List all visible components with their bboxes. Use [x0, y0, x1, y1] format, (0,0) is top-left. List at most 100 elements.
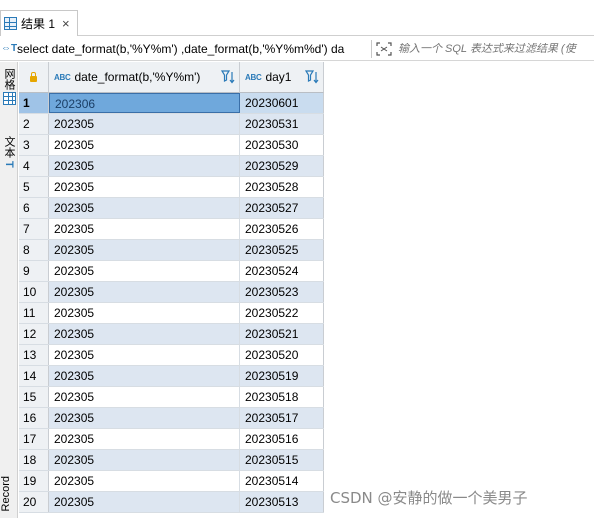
row-number-cell[interactable]: 20 [19, 492, 49, 512]
tab-label: 结果 1 [21, 17, 56, 31]
filter-input[interactable] [397, 42, 594, 55]
day1-cell[interactable]: 20230531 [240, 114, 324, 134]
row-number-cell[interactable]: 14 [19, 366, 49, 386]
date-format-cell[interactable]: 202305 [49, 114, 240, 134]
row-number-cell[interactable]: 2 [19, 114, 49, 134]
tab-result-1[interactable]: 结果 1 × [0, 10, 78, 36]
row-number-cell[interactable]: 17 [19, 429, 49, 449]
table-row[interactable]: 19 202305 20230514 [19, 471, 324, 492]
table-row[interactable]: 8 202305 20230525 [19, 240, 324, 261]
day1-cell[interactable]: 20230525 [240, 240, 324, 260]
date-format-cell[interactable]: 202305 [49, 492, 240, 512]
date-format-cell[interactable]: 202305 [49, 261, 240, 281]
day1-cell[interactable]: 20230527 [240, 198, 324, 218]
date-format-cell[interactable]: 202305 [49, 282, 240, 302]
day1-cell[interactable]: 20230519 [240, 366, 324, 386]
filter-bar: ⇔T select date_format(b,'%Y%m') ,date_fo… [0, 37, 594, 61]
table-row[interactable]: 4 202305 20230529 [19, 156, 324, 177]
day1-cell[interactable]: 20230524 [240, 261, 324, 281]
row-number-cell[interactable]: 15 [19, 387, 49, 407]
row-number-cell[interactable]: 5 [19, 177, 49, 197]
table-row[interactable]: 14 202305 20230519 [19, 366, 324, 387]
table-row[interactable]: 17 202305 20230516 [19, 429, 324, 450]
day1-cell[interactable]: 20230515 [240, 450, 324, 470]
day1-cell[interactable]: 20230601 [240, 93, 324, 113]
expand-icon[interactable] [376, 41, 392, 56]
day1-cell[interactable]: 20230518 [240, 387, 324, 407]
grid-view-button[interactable]: 网格 [0, 68, 18, 105]
table-row[interactable]: 3 202305 20230530 [19, 135, 324, 156]
table-row[interactable]: 9 202305 20230524 [19, 261, 324, 282]
row-number-cell[interactable]: 11 [19, 303, 49, 323]
row-number-cell[interactable]: 12 [19, 324, 49, 344]
day1-cell[interactable]: 20230523 [240, 282, 324, 302]
filter-sort-icon[interactable] [220, 70, 235, 84]
day1-cell[interactable]: 20230526 [240, 219, 324, 239]
table-row[interactable]: 5 202305 20230528 [19, 177, 324, 198]
grid-icon [4, 17, 17, 30]
row-number-cell[interactable]: 9 [19, 261, 49, 281]
date-format-cell[interactable]: 202305 [49, 345, 240, 365]
table-row[interactable]: 15 202305 20230518 [19, 387, 324, 408]
row-number-cell[interactable]: 4 [19, 156, 49, 176]
date-format-cell[interactable]: 202305 [49, 156, 240, 176]
table-row[interactable]: 1 202306 20230601 [19, 93, 324, 114]
view-mode-strip: 网格 文本 T [0, 62, 18, 518]
date-format-cell[interactable]: 202305 [49, 450, 240, 470]
row-number-cell[interactable]: 8 [19, 240, 49, 260]
table-row[interactable]: 13 202305 20230520 [19, 345, 324, 366]
row-number-cell[interactable]: 1 [19, 93, 49, 113]
table-row[interactable]: 12 202305 20230521 [19, 324, 324, 345]
date-format-cell[interactable]: 202305 [49, 135, 240, 155]
record-label: Record [0, 476, 12, 512]
day1-cell[interactable]: 20230517 [240, 408, 324, 428]
row-number-cell[interactable]: 7 [19, 219, 49, 239]
row-number-cell[interactable]: 16 [19, 408, 49, 428]
row-number-cell[interactable]: 13 [19, 345, 49, 365]
date-format-cell[interactable]: 202305 [49, 366, 240, 386]
row-number-header[interactable] [19, 62, 49, 93]
row-number-cell[interactable]: 18 [19, 450, 49, 470]
row-number-cell[interactable]: 10 [19, 282, 49, 302]
date-format-cell[interactable]: 202305 [49, 177, 240, 197]
table-row[interactable]: 6 202305 20230527 [19, 198, 324, 219]
date-format-cell[interactable]: 202305 [49, 303, 240, 323]
row-number-cell[interactable]: 6 [19, 198, 49, 218]
table-row[interactable]: 10 202305 20230523 [19, 282, 324, 303]
row-number-cell[interactable]: 3 [19, 135, 49, 155]
date-format-cell[interactable]: 202305 [49, 429, 240, 449]
table-row[interactable]: 16 202305 20230517 [19, 408, 324, 429]
text-view-button[interactable]: 文本 T [0, 136, 18, 168]
row-number-cell[interactable]: 19 [19, 471, 49, 491]
day1-cell[interactable]: 20230514 [240, 471, 324, 491]
date-format-cell[interactable]: 202305 [49, 324, 240, 344]
day1-cell[interactable]: 20230516 [240, 429, 324, 449]
filter-sort-icon[interactable] [304, 70, 319, 84]
table-row[interactable]: 7 202305 20230526 [19, 219, 324, 240]
day1-cell[interactable]: 20230529 [240, 156, 324, 176]
date-format-cell[interactable]: 202305 [49, 219, 240, 239]
table-row[interactable]: 2 202305 20230531 [19, 114, 324, 135]
day1-cell[interactable]: 20230520 [240, 345, 324, 365]
record-view-button[interactable]: Record [0, 476, 14, 518]
table-row[interactable]: 11 202305 20230522 [19, 303, 324, 324]
column-header-date-format[interactable]: ABC date_format(b,'%Y%m') [49, 62, 240, 93]
day1-cell[interactable]: 20230530 [240, 135, 324, 155]
header-empty-area [324, 62, 594, 93]
date-format-cell[interactable]: 202305 [49, 198, 240, 218]
table-row[interactable]: 18 202305 20230515 [19, 450, 324, 471]
day1-cell[interactable]: 20230528 [240, 177, 324, 197]
table-row[interactable]: 20 202305 20230513 [19, 492, 324, 513]
result-tab-bar: 结果 1 × [0, 0, 594, 36]
date-format-cell[interactable]: 202305 [49, 387, 240, 407]
date-format-cell[interactable]: 202305 [49, 471, 240, 491]
close-icon[interactable]: × [62, 17, 70, 30]
date-format-cell[interactable]: 202305 [49, 240, 240, 260]
lock-icon [30, 72, 37, 82]
day1-cell[interactable]: 20230522 [240, 303, 324, 323]
day1-cell[interactable]: 20230521 [240, 324, 324, 344]
column-header-day1[interactable]: ABC day1 [240, 62, 324, 93]
date-format-cell[interactable]: 202305 [49, 408, 240, 428]
day1-cell[interactable]: 20230513 [240, 492, 324, 512]
date-format-cell[interactable]: 202306 [49, 93, 240, 113]
